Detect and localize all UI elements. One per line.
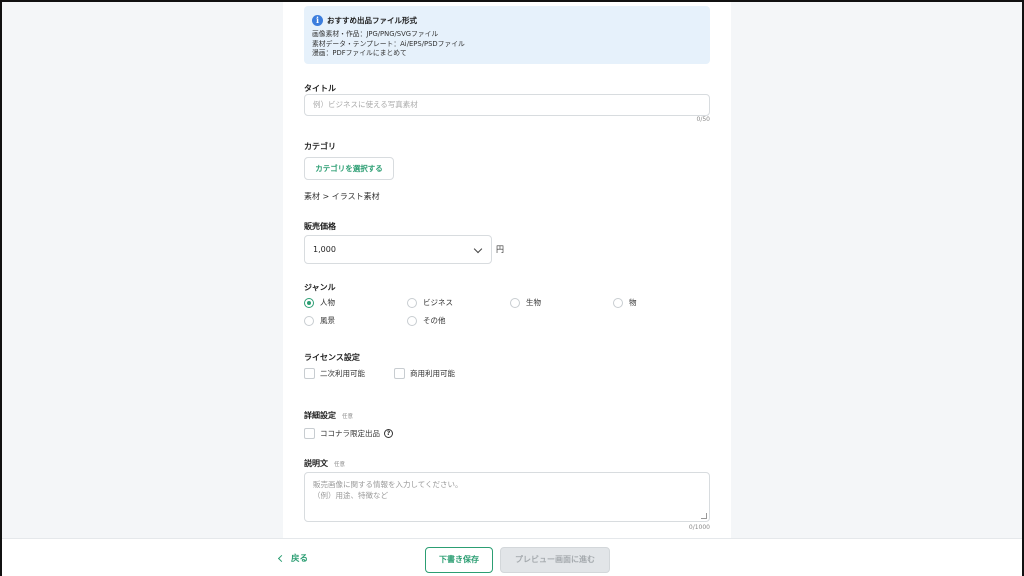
description-counter: 0/1000 [688, 524, 710, 531]
chevron-left-icon [277, 554, 286, 562]
license-commercial-use[interactable]: 商用利用可能 [394, 368, 455, 379]
genre-label: ジャンル [304, 283, 336, 292]
checkbox-icon [304, 368, 315, 379]
notice-title: i おすすめ出品ファイル形式 [312, 14, 702, 26]
genre-option-object[interactable]: 物 [613, 297, 637, 308]
genre-option-label: その他 [423, 316, 446, 325]
title-input[interactable]: 例）ビジネスに使える写真素材 [304, 94, 710, 116]
listing-form: i おすすめ出品ファイル形式 画像素材・作品：JPG/PNG/SVGファイル 素… [304, 2, 710, 538]
save-draft-button[interactable]: 下書き保存 [425, 547, 493, 573]
footer-bar: 戻る 下書き保存 プレビュー画面に進む [2, 538, 1022, 576]
info-icon: i [312, 14, 323, 26]
back-label: 戻る [291, 554, 309, 564]
license-option-label: 商用利用可能 [410, 369, 455, 378]
detail-label: 詳細設定 任意 [304, 411, 354, 420]
checkbox-icon [394, 368, 405, 379]
description-placeholder-line1: 販売画像に関する情報を入力してください。 [313, 480, 463, 489]
price-value: 1,000 [313, 245, 336, 254]
select-category-button[interactable]: カテゴリを選択する [304, 157, 394, 180]
genre-option-other[interactable]: その他 [407, 315, 446, 326]
radio-icon [613, 297, 623, 308]
genre-option-creature[interactable]: 生物 [510, 297, 541, 308]
back-button[interactable]: 戻る [277, 552, 309, 564]
notice-line-templates: 素材データ・テンプレート：Ai/EPS/PSDファイル [312, 39, 465, 48]
coconala-exclusive[interactable]: ココナラ限定出品 ? [304, 428, 393, 439]
exclusive-label: ココナラ限定出品 [320, 429, 380, 438]
chevron-down-icon [473, 244, 483, 254]
radio-icon [407, 297, 417, 308]
radio-icon [510, 297, 520, 308]
radio-checked-icon [304, 297, 314, 308]
title-label: タイトル [304, 84, 336, 93]
genre-option-person[interactable]: 人物 [304, 297, 335, 308]
resize-handle-icon[interactable] [701, 513, 707, 519]
preview-button[interactable]: プレビュー画面に進む [500, 547, 610, 573]
recommended-format-notice: i おすすめ出品ファイル形式 画像素材・作品：JPG/PNG/SVGファイル 素… [304, 6, 710, 64]
license-label: ライセンス設定 [304, 353, 360, 362]
form-panel: i おすすめ出品ファイル形式 画像素材・作品：JPG/PNG/SVGファイル 素… [283, 2, 731, 538]
optional-tag: 任意 [342, 414, 354, 420]
license-secondary-use[interactable]: 二次利用可能 [304, 368, 365, 379]
notice-line-manga: 漫画：PDFファイルにまとめて [312, 49, 407, 57]
notice-lines: 画像素材・作品：JPG/PNG/SVGファイル 素材データ・テンプレート：Ai/… [312, 30, 702, 59]
genre-option-label: 風景 [320, 316, 335, 325]
genre-option-business[interactable]: ビジネス [407, 297, 453, 308]
radio-icon [304, 315, 314, 326]
description-placeholder-line2: （例）用途、特徴など [313, 491, 388, 500]
optional-tag: 任意 [334, 462, 346, 468]
help-icon[interactable]: ? [384, 429, 393, 438]
genre-option-label: ビジネス [423, 298, 453, 307]
category-label: カテゴリ [304, 142, 336, 151]
description-label: 説明文 任意 [304, 459, 346, 468]
category-path: 素材 > イラスト素材 [304, 192, 380, 201]
license-option-label: 二次利用可能 [320, 369, 365, 378]
notice-title-text: おすすめ出品ファイル形式 [327, 15, 417, 25]
title-placeholder: 例）ビジネスに使える写真素材 [313, 100, 418, 109]
genre-option-landscape[interactable]: 風景 [304, 315, 335, 326]
radio-icon [407, 315, 417, 326]
genre-option-label: 物 [629, 298, 637, 307]
price-select[interactable]: 1,000 [304, 235, 492, 264]
price-unit: 円 [496, 245, 504, 254]
notice-line-images: 画像素材・作品：JPG/PNG/SVGファイル [312, 30, 439, 38]
checkbox-icon [304, 428, 315, 439]
price-label: 販売価格 [304, 222, 336, 231]
genre-option-label: 生物 [526, 298, 541, 307]
genre-option-label: 人物 [320, 298, 335, 307]
title-counter: 0/50 [696, 116, 710, 123]
description-textarea[interactable]: 販売画像に関する情報を入力してください。 （例）用途、特徴など [304, 472, 710, 522]
